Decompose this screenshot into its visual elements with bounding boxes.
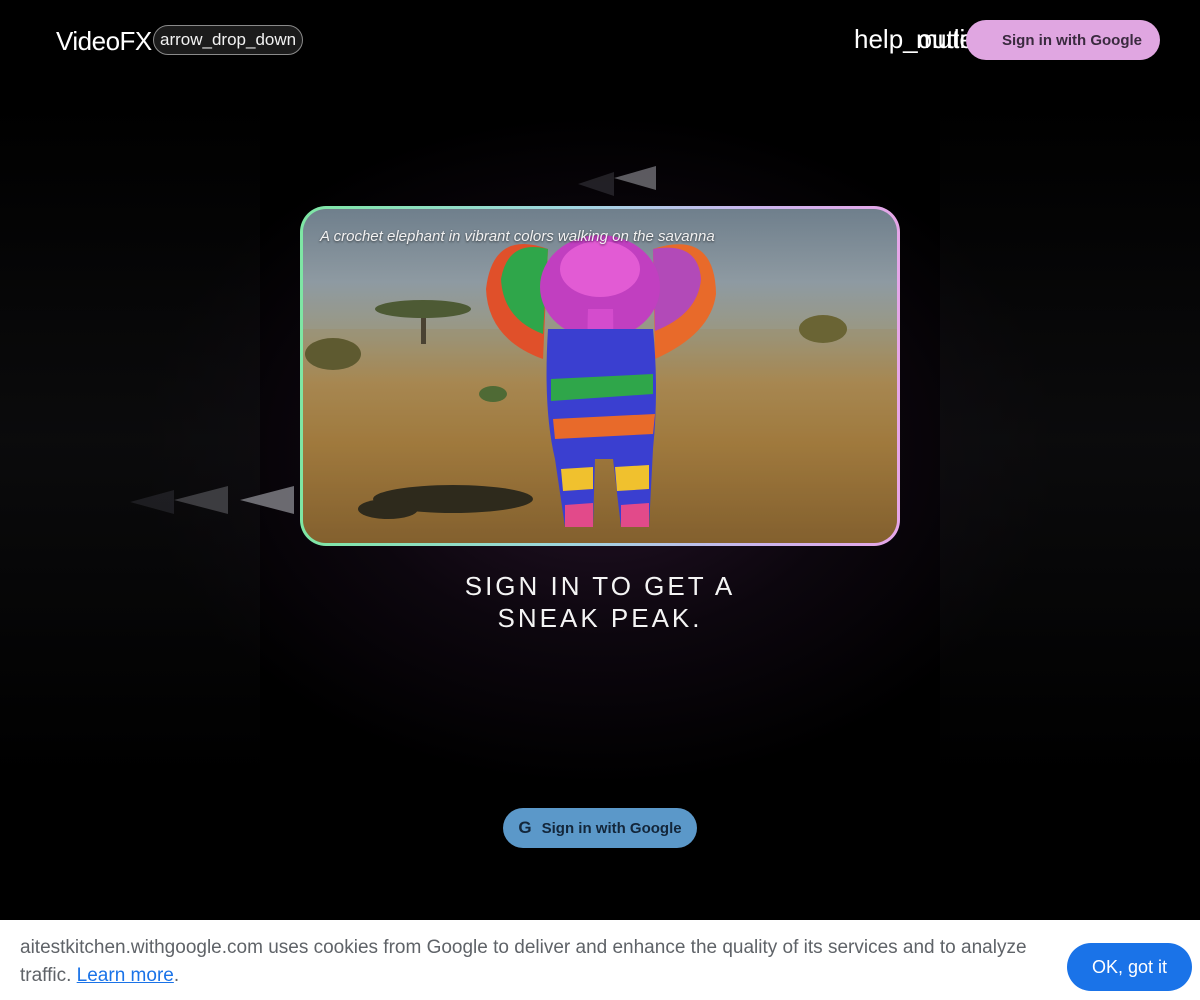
arrow-left-icon bbox=[130, 490, 174, 514]
elephant-illustration bbox=[303, 235, 897, 543]
cookie-banner: aitestkitchen.withgoogle.com uses cookie… bbox=[0, 920, 1200, 1000]
left-panel-shadow bbox=[0, 100, 260, 780]
top-bar: VideoFX arrow_drop_down help_outline mut… bbox=[0, 0, 1200, 80]
sign-in-headline: SIGN IN TO GET A SNEAK PEAK. bbox=[0, 570, 1200, 634]
ok-got-it-button[interactable]: OK, got it bbox=[1067, 943, 1192, 991]
arrow-left-icon bbox=[174, 486, 228, 514]
right-panel-shadow bbox=[940, 100, 1200, 780]
google-icon: G bbox=[518, 818, 532, 837]
learn-more-link[interactable]: Learn more bbox=[77, 965, 174, 986]
cookie-message: aitestkitchen.withgoogle.com uses cookie… bbox=[20, 934, 1030, 990]
showcase-caption: A crochet elephant in vibrant colors wal… bbox=[320, 228, 715, 245]
arrow-left-icon bbox=[240, 486, 294, 514]
header-sign-in-button[interactable]: Sign in with Google bbox=[966, 20, 1160, 60]
arrow-left-icon bbox=[578, 172, 614, 196]
sign-in-with-google-button[interactable]: G Sign in with Google bbox=[503, 808, 697, 848]
product-switcher-button[interactable]: arrow_drop_down bbox=[153, 25, 304, 55]
sign-in-label: Sign in with Google bbox=[541, 819, 682, 837]
headline-line-2: SNEAK PEAK. bbox=[497, 603, 703, 633]
showcase-image: A crochet elephant in vibrant colors wal… bbox=[303, 209, 897, 543]
headline-line-1: SIGN IN TO GET A bbox=[464, 571, 736, 601]
brand-title: VideoFX bbox=[56, 26, 152, 56]
showcase-card: A crochet elephant in vibrant colors wal… bbox=[300, 206, 900, 546]
arrow-left-icon bbox=[614, 166, 656, 190]
cookie-period: . bbox=[173, 965, 180, 986]
